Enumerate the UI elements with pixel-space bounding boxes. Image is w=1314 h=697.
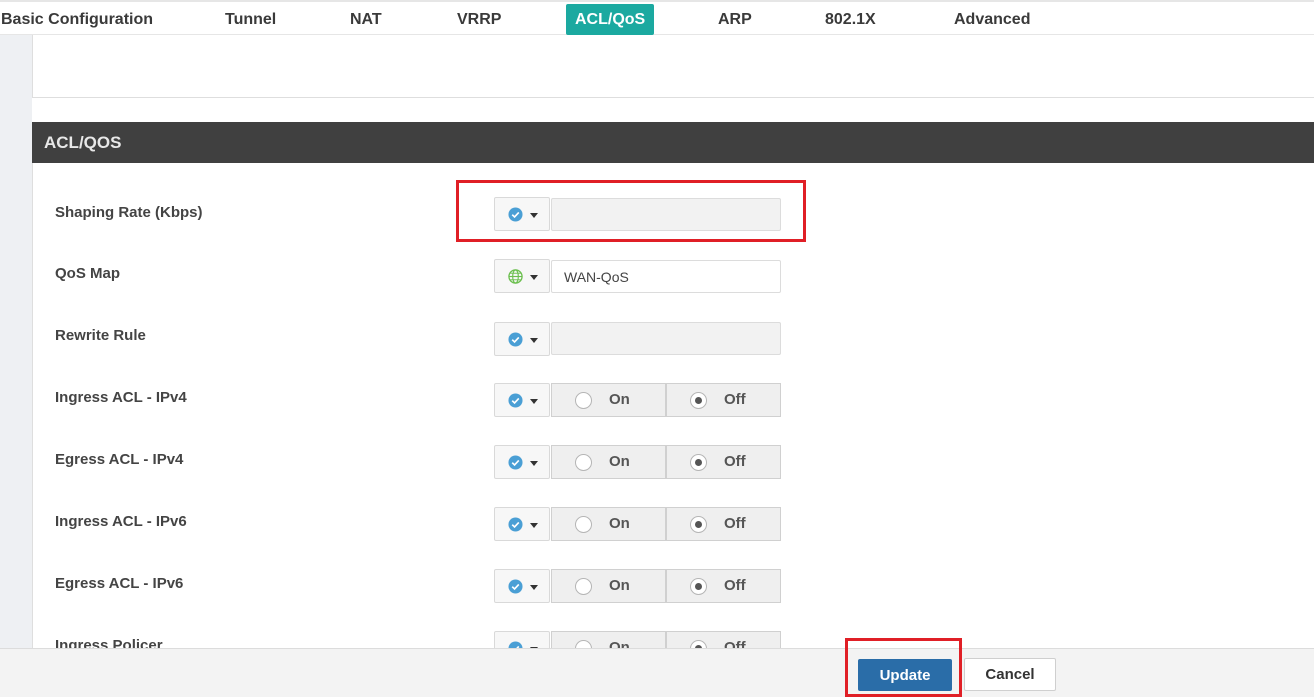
radio-circle — [575, 392, 592, 409]
off-label: Off — [724, 639, 746, 648]
egress-acl-ipv4-row: Egress ACL - IPv4 On Off — [33, 445, 1314, 485]
ingress-acl-ipv6-scope-dropdown[interactable] — [494, 507, 550, 541]
ingress-policer-row: Ingress Policer On Off — [33, 631, 1314, 648]
shaping-rate-scope-dropdown[interactable] — [494, 197, 550, 231]
ingress-acl-ipv4-label: Ingress ACL - IPv4 — [55, 389, 187, 406]
chevron-down-icon — [530, 585, 538, 590]
egress-acl-ipv4-off-radio[interactable]: Off — [666, 445, 781, 479]
chevron-down-icon — [530, 399, 538, 404]
qos-map-label: QoS Map — [55, 265, 121, 282]
shaping-rate-input[interactable] — [551, 198, 781, 231]
check-circle-icon — [508, 517, 523, 532]
chevron-down-icon — [530, 523, 538, 528]
off-label: Off — [724, 391, 746, 408]
rewrite-rule-row: Rewrite Rule — [33, 321, 1314, 361]
check-circle-icon — [508, 641, 523, 648]
ingress-acl-ipv4-scope-dropdown[interactable] — [494, 383, 550, 417]
chevron-down-icon — [530, 338, 538, 343]
shaping-rate-row: Shaping Rate (Kbps) — [33, 197, 1314, 237]
off-label: Off — [724, 577, 746, 594]
ingress-acl-ipv6-label: Ingress ACL - IPv6 — [55, 513, 187, 530]
ingress-acl-ipv6-on-radio[interactable]: On — [551, 507, 666, 541]
radio-circle-selected — [690, 392, 707, 409]
ingress-acl-ipv4-off-radio[interactable]: Off — [666, 383, 781, 417]
egress-acl-ipv6-row: Egress ACL - IPv6 On Off — [33, 569, 1314, 609]
ingress-acl-ipv6-off-radio[interactable]: Off — [666, 507, 781, 541]
tab-tunnel[interactable]: Tunnel — [216, 4, 285, 35]
radio-circle-selected — [690, 454, 707, 471]
egress-acl-ipv4-scope-dropdown[interactable] — [494, 445, 550, 479]
check-circle-icon — [508, 207, 523, 222]
update-button[interactable]: Update — [858, 659, 952, 691]
radio-circle — [575, 516, 592, 533]
on-label: On — [609, 577, 630, 594]
radio-circle — [575, 454, 592, 471]
egress-acl-ipv6-on-radio[interactable]: On — [551, 569, 666, 603]
qos-map-input[interactable] — [551, 260, 781, 293]
egress-acl-ipv6-scope-dropdown[interactable] — [494, 569, 550, 603]
on-label: On — [609, 391, 630, 408]
rewrite-rule-input[interactable] — [551, 322, 781, 355]
radio-circle — [575, 640, 592, 648]
radio-circle-selected — [690, 516, 707, 533]
off-label: Off — [724, 453, 746, 470]
acl-qos-form: Shaping Rate (Kbps) QoS Map Rewrite Rule… — [32, 163, 1314, 648]
ingress-acl-ipv4-on-radio[interactable]: On — [551, 383, 666, 417]
shaping-rate-label: Shaping Rate (Kbps) — [55, 204, 203, 221]
check-circle-icon — [508, 332, 523, 347]
chevron-down-icon — [530, 461, 538, 466]
ingress-acl-ipv6-row: Ingress ACL - IPv6 On Off — [33, 507, 1314, 547]
egress-acl-ipv6-label: Egress ACL - IPv6 — [55, 575, 184, 592]
tab-arp[interactable]: ARP — [709, 4, 761, 35]
footer-bar — [0, 648, 1314, 697]
on-label: On — [609, 639, 630, 648]
off-label: Off — [724, 515, 746, 532]
ingress-policer-on-radio[interactable]: On — [551, 631, 666, 648]
ingress-acl-ipv4-row: Ingress ACL - IPv4 On Off — [33, 383, 1314, 423]
rewrite-rule-label: Rewrite Rule — [55, 327, 146, 344]
tab-bar: Basic Configuration Tunnel NAT VRRP ACL/… — [0, 0, 1314, 35]
tab-acl-qos[interactable]: ACL/QoS — [566, 4, 655, 35]
egress-acl-ipv4-on-radio[interactable]: On — [551, 445, 666, 479]
ingress-policer-off-radio[interactable]: Off — [666, 631, 781, 648]
qos-map-row: QoS Map — [33, 259, 1314, 299]
tab-vrrp[interactable]: VRRP — [448, 4, 510, 35]
on-label: On — [609, 453, 630, 470]
radio-circle-selected — [690, 640, 707, 648]
qos-map-scope-dropdown[interactable] — [494, 259, 550, 293]
chevron-down-icon — [530, 275, 538, 280]
cancel-button[interactable]: Cancel — [964, 658, 1056, 691]
left-gutter — [0, 35, 32, 648]
check-circle-icon — [508, 455, 523, 470]
ingress-policer-label: Ingress Policer — [55, 637, 163, 648]
egress-acl-ipv4-label: Egress ACL - IPv4 — [55, 451, 184, 468]
tab-nat[interactable]: NAT — [341, 4, 391, 35]
radio-circle-selected — [690, 578, 707, 595]
radio-circle — [575, 578, 592, 595]
tab-advanced[interactable]: Advanced — [945, 4, 1039, 35]
on-label: On — [609, 515, 630, 532]
check-circle-icon — [508, 393, 523, 408]
check-circle-icon — [508, 579, 523, 594]
section-header-acl-qos: ACL/QOS — [32, 122, 1314, 163]
previous-section-panel — [32, 35, 1314, 98]
globe-icon — [508, 269, 523, 284]
tab-basic-configuration[interactable]: Basic Configuration — [0, 4, 162, 35]
rewrite-rule-scope-dropdown[interactable] — [494, 322, 550, 356]
tab-802-1x[interactable]: 802.1X — [816, 4, 885, 35]
egress-acl-ipv6-off-radio[interactable]: Off — [666, 569, 781, 603]
chevron-down-icon — [530, 213, 538, 218]
ingress-policer-scope-dropdown[interactable] — [494, 631, 550, 648]
